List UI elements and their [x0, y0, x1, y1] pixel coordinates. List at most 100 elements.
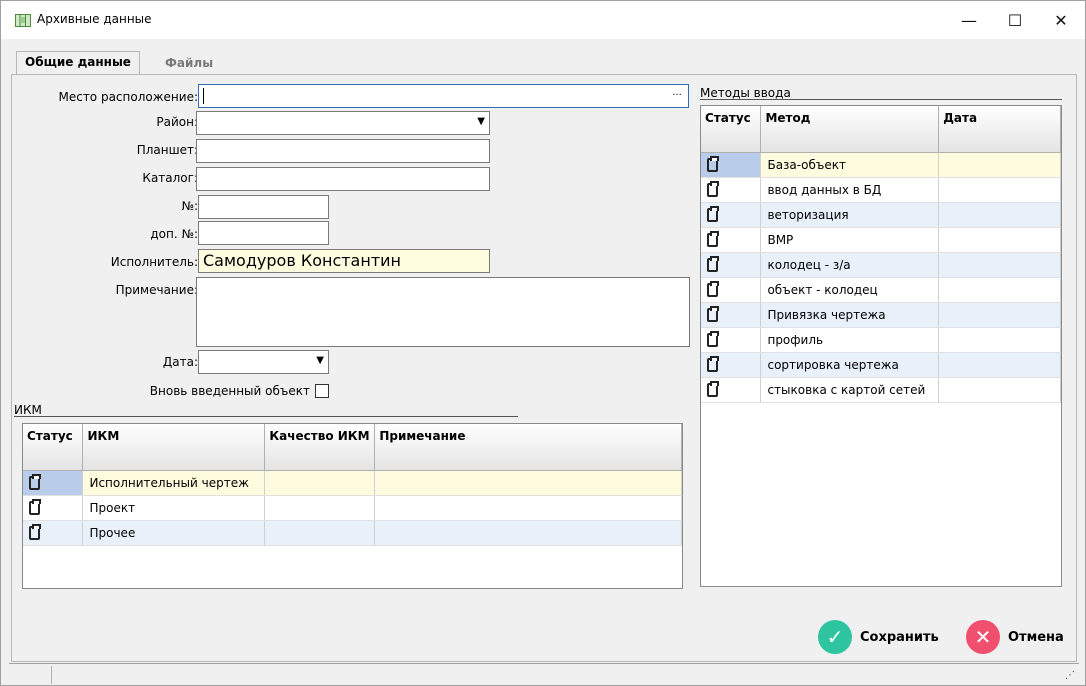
methods-col-date[interactable]: Дата: [938, 106, 1061, 153]
method-date-cell[interactable]: [938, 302, 1061, 328]
tab-files[interactable]: Файлы: [157, 53, 221, 75]
method-name-cell[interactable]: колодец - з/а: [760, 252, 940, 278]
ikm-name-cell[interactable]: Исполнительный чертеж: [82, 470, 266, 496]
status-cell[interactable]: [701, 177, 762, 203]
table-row[interactable]: Проект: [23, 495, 682, 521]
status-cell[interactable]: [701, 252, 762, 278]
clipboard-icon: [29, 498, 41, 515]
cancel-label: Отмена: [1008, 629, 1064, 645]
method-date-cell[interactable]: [938, 377, 1061, 403]
ikm-col-status[interactable]: Статус: [23, 424, 84, 471]
status-cell[interactable]: [23, 470, 84, 496]
method-date-cell[interactable]: [938, 202, 1061, 228]
executor-input[interactable]: Самодуров Константин: [198, 249, 490, 273]
maximize-button[interactable]: ☐: [992, 1, 1038, 39]
table-row[interactable]: ввод данных в БД: [701, 177, 1061, 203]
table-row[interactable]: Привязка чертежа: [701, 302, 1061, 328]
method-name-cell[interactable]: ввод данных в БД: [760, 177, 940, 203]
method-name-cell[interactable]: Привязка чертежа: [760, 302, 940, 328]
status-cell[interactable]: [701, 302, 762, 328]
method-name-cell[interactable]: стыковка с картой сетей: [760, 377, 940, 403]
ikm-note-cell[interactable]: [374, 520, 682, 546]
method-date-cell[interactable]: [938, 352, 1061, 378]
clipboard-icon: [707, 180, 719, 197]
note-label: Примечание:: [115, 283, 198, 297]
ikm-grid[interactable]: Статус ИКМ Качество ИКМ Примечание Испол…: [22, 423, 683, 589]
number-input[interactable]: [198, 195, 329, 219]
table-row[interactable]: ВМР: [701, 227, 1061, 253]
district-select[interactable]: ▼: [196, 111, 490, 135]
status-cell[interactable]: [701, 377, 762, 403]
cancel-button[interactable]: ✕ Отмена: [966, 619, 1064, 655]
method-name-cell[interactable]: ВМР: [760, 227, 940, 253]
new-object-checkbox[interactable]: [315, 384, 329, 398]
ikm-quality-cell[interactable]: [264, 495, 376, 521]
methods-col-method[interactable]: Метод: [760, 106, 940, 153]
status-cell[interactable]: [701, 327, 762, 353]
ikm-note-cell[interactable]: [374, 495, 682, 521]
tab-general[interactable]: Общие данные: [16, 51, 140, 76]
method-name-cell[interactable]: сортировка чертежа: [760, 352, 940, 378]
browse-button[interactable]: ...: [668, 87, 686, 105]
table-row[interactable]: База-объект: [701, 152, 1061, 178]
ikm-quality-cell[interactable]: [264, 470, 376, 496]
ikm-name-cell[interactable]: Прочее: [82, 520, 266, 546]
x-icon: ✕: [966, 620, 1000, 654]
catalog-label: Каталог:: [142, 171, 198, 185]
ikm-col-name[interactable]: ИКМ: [82, 424, 266, 471]
status-cell[interactable]: [23, 520, 84, 546]
table-row[interactable]: колодец - з/а: [701, 252, 1061, 278]
status-cell[interactable]: [23, 495, 84, 521]
status-cell[interactable]: [701, 202, 762, 228]
method-name-cell[interactable]: веторизация: [760, 202, 940, 228]
general-tab-page: Место расположение: ... Район: ▼ Планшет…: [11, 74, 1077, 662]
location-label: Место расположение:: [58, 90, 198, 104]
ikm-col-quality[interactable]: Качество ИКМ: [264, 424, 376, 471]
status-cell[interactable]: [701, 227, 762, 253]
close-button[interactable]: ✕: [1038, 1, 1084, 39]
table-row[interactable]: профиль: [701, 327, 1061, 353]
method-date-cell[interactable]: [938, 277, 1061, 303]
number-label: №:: [181, 199, 198, 213]
table-row[interactable]: стыковка с картой сетей: [701, 377, 1061, 403]
window-title: Архивные данные: [37, 12, 152, 26]
status-cell[interactable]: [701, 152, 762, 178]
date-picker[interactable]: ▼: [198, 350, 329, 374]
save-button[interactable]: ✓ Сохранить: [818, 619, 939, 655]
method-name-cell[interactable]: База-объект: [760, 152, 940, 178]
table-row[interactable]: веторизация: [701, 202, 1061, 228]
methods-col-status[interactable]: Статус: [701, 106, 762, 153]
status-cell[interactable]: [701, 277, 762, 303]
ikm-quality-cell[interactable]: [264, 520, 376, 546]
table-row[interactable]: Прочее: [23, 520, 682, 546]
table-row[interactable]: объект - колодец: [701, 277, 1061, 303]
method-date-cell[interactable]: [938, 327, 1061, 353]
extra-number-input[interactable]: [198, 221, 329, 245]
status-cell[interactable]: [701, 352, 762, 378]
clipboard-icon: [707, 305, 719, 322]
table-row[interactable]: сортировка чертежа: [701, 352, 1061, 378]
catalog-input[interactable]: [196, 167, 490, 191]
note-textarea[interactable]: [196, 277, 690, 347]
method-name-cell[interactable]: профиль: [760, 327, 940, 353]
map-icon: [15, 14, 31, 27]
location-input[interactable]: ...: [198, 84, 689, 108]
dropdown-arrow-icon[interactable]: ▼: [316, 355, 324, 366]
resize-grip-icon[interactable]: ⋰: [1065, 670, 1075, 681]
tablet-input[interactable]: [196, 139, 490, 163]
method-date-cell[interactable]: [938, 152, 1061, 178]
method-date-cell[interactable]: [938, 177, 1061, 203]
status-separator: [51, 666, 52, 684]
text-cursor: [203, 88, 204, 104]
method-date-cell[interactable]: [938, 227, 1061, 253]
clipboard-icon: [707, 255, 719, 272]
ikm-col-note[interactable]: Примечание: [374, 424, 682, 471]
ikm-note-cell[interactable]: [374, 470, 682, 496]
dropdown-arrow-icon[interactable]: ▼: [477, 116, 485, 127]
minimize-button[interactable]: —: [946, 1, 992, 39]
method-name-cell[interactable]: объект - колодец: [760, 277, 940, 303]
ikm-name-cell[interactable]: Проект: [82, 495, 266, 521]
table-row[interactable]: Исполнительный чертеж: [23, 470, 682, 496]
methods-grid[interactable]: Статус Метод Дата База-объект ввод данны…: [700, 105, 1062, 587]
method-date-cell[interactable]: [938, 252, 1061, 278]
